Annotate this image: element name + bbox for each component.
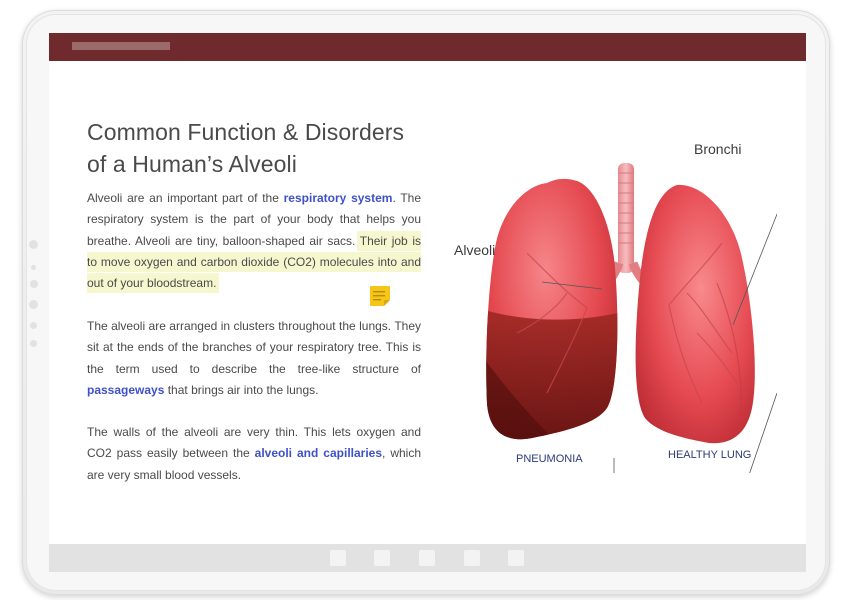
page-title: Common Function & Disorders of a Human’s… [87,119,405,177]
link-respiratory-system[interactable]: respiratory system [284,191,393,205]
lung-illustration [447,133,788,483]
bottom-button[interactable] [508,550,524,566]
bottom-button[interactable] [330,550,346,566]
link-passageways[interactable]: passageways [87,383,164,397]
label-bronchi: Bronchi [694,141,742,157]
paragraph-1-text-a: Alveoli are an important part of the [87,191,284,205]
bottom-button[interactable] [419,550,435,566]
paragraph-3: The walls of the alveoli are very thin. … [87,422,421,486]
lungs-image [486,163,788,483]
paragraph-2: The alveoli are arranged in clusters thr… [87,316,421,401]
sticky-note-icon[interactable] [369,285,391,307]
paragraph-1: Alveoli are an important part of the res… [87,188,421,294]
label-healthy-lung: HEALTHY LUNG [668,449,752,461]
bezel-dot [29,300,38,309]
screen: Common Function & Disorders of a Human’s… [49,33,806,572]
paragraph-2-text-b: that brings air into the lungs. [164,382,319,397]
label-alveoli: Alveoli [454,242,496,258]
bezel-dot [30,340,37,347]
bezel-dot [30,280,38,288]
bottom-button[interactable] [464,550,480,566]
top-bar [49,33,806,61]
bezel-dot [29,240,38,249]
bezel-dot [31,265,36,270]
link-alveoli-and-capillaries[interactable]: alveoli and capillaries [255,446,382,460]
top-bar-tab[interactable] [72,42,170,50]
bezel-dot [30,322,37,329]
bottom-button[interactable] [374,550,390,566]
paragraph-2-text-a: The alveoli are arranged in clusters thr… [87,319,421,376]
label-pneumonia: PNEUMONIA [516,453,583,465]
bottom-bar [49,544,806,572]
